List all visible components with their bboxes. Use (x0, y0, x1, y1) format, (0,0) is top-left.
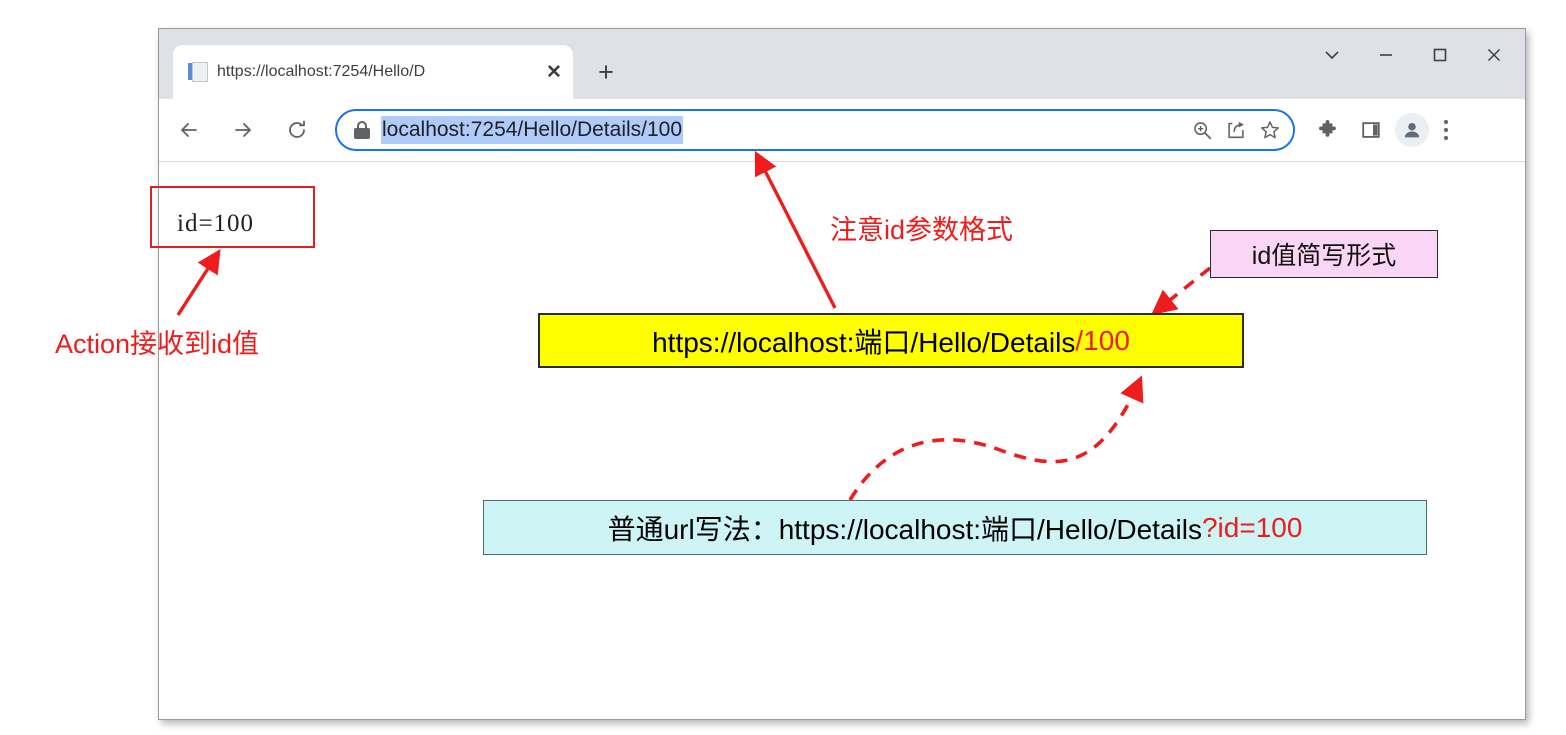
tab-strip: https://localhost:7254/Hello/D ✕ + (159, 29, 1525, 99)
tab-close-icon[interactable]: ✕ (541, 59, 567, 85)
side-panel-icon[interactable] (1349, 108, 1393, 152)
share-icon[interactable] (1219, 113, 1253, 147)
browser-toolbar: localhost:7254/Hello/Details/100 (159, 99, 1525, 162)
new-tab-button[interactable]: + (589, 55, 623, 89)
close-window-icon[interactable] (1467, 29, 1521, 81)
chevron-down-icon (1325, 51, 1339, 60)
arrow-right-icon (235, 123, 251, 137)
minimize-icon[interactable] (1359, 29, 1413, 81)
tab-search-icon[interactable] (1305, 29, 1359, 81)
bookmark-star-icon[interactable] (1253, 113, 1287, 147)
forward-button[interactable] (219, 106, 267, 154)
reload-button[interactable] (273, 106, 321, 154)
window-controls (1305, 29, 1521, 81)
page-favicon-icon (187, 61, 208, 83)
maximize-icon[interactable] (1413, 29, 1467, 81)
extensions-puzzle-icon[interactable] (1305, 108, 1349, 152)
profile-avatar-icon[interactable] (1395, 113, 1429, 147)
reload-icon (289, 120, 305, 138)
url-input[interactable]: localhost:7254/Hello/Details/100 (381, 116, 684, 144)
arrow-left-icon (181, 123, 197, 137)
chrome-menu-icon[interactable] (1431, 108, 1461, 152)
tab-title: https://localhost:7254/Hello/D (217, 63, 426, 80)
back-button[interactable] (165, 106, 213, 154)
site-security-lock-icon[interactable] (353, 121, 371, 139)
page-viewport: id=100 (159, 162, 1525, 719)
browser-window: https://localhost:7254/Hello/D ✕ + local… (158, 28, 1526, 720)
page-body-text: id=100 (177, 210, 255, 237)
address-bar[interactable]: localhost:7254/Hello/Details/100 (335, 109, 1295, 151)
zoom-in-icon[interactable] (1185, 113, 1219, 147)
browser-tab[interactable]: https://localhost:7254/Hello/D ✕ (173, 45, 573, 99)
